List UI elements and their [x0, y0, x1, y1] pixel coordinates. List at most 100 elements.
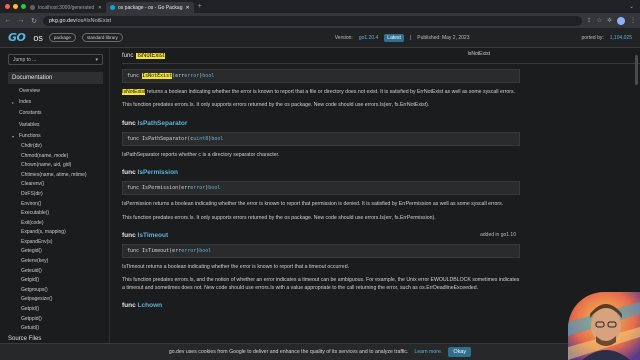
- learn-more-link[interactable]: Learn more.: [414, 349, 442, 355]
- sidebar-item-expandenv-s[interactable]: ExpandEnv(s): [8, 238, 103, 248]
- separator: |: [409, 34, 412, 41]
- sidebar-item-label: Getuid(): [21, 325, 40, 332]
- back-icon[interactable]: ←: [4, 17, 12, 24]
- sidebar-item-label: Chown(name, uid, gid): [21, 162, 72, 169]
- sidebar-item-getenv-key[interactable]: Getenv(key): [8, 257, 103, 267]
- sidebar-item-label: DirFS(dir): [21, 190, 43, 197]
- sidebar-item-chtimes-name-atime-mtime[interactable]: Chtimes(name, atime, mtime): [8, 171, 103, 181]
- sig-return[interactable]: bool: [211, 136, 223, 142]
- url-field[interactable]: pkg.go.dev/os#IsNotExist: [43, 15, 582, 26]
- okay-button[interactable]: Okay: [448, 347, 472, 357]
- description-text: returns a boolean indicating whether the…: [145, 89, 515, 95]
- sidebar-item-geteuid[interactable]: Geteuid(): [8, 267, 103, 277]
- forward-icon[interactable]: →: [17, 17, 25, 24]
- sidebar-item-label: Getgroups(): [21, 286, 48, 293]
- url-path: /os#IsNotExist: [75, 17, 112, 24]
- jump-to-dropdown[interactable]: Jump to ... ▾: [8, 54, 103, 65]
- signature-isnotexist: func IsNotExist (err error) bool: [122, 69, 520, 83]
- minimize-window-button[interactable]: [13, 4, 18, 9]
- bookmark-star-icon[interactable]: ☆: [597, 17, 602, 25]
- sidebar-item-index[interactable]: ▸ Index: [8, 97, 103, 108]
- function-name-link[interactable]: IsPermission: [138, 169, 178, 176]
- cookie-text: go.dev uses cookies from Google to deliv…: [168, 349, 409, 355]
- sidebar-item-label: ExpandEnv(s): [21, 238, 53, 245]
- version-link[interactable]: go1.20.4: [359, 35, 378, 41]
- sig-return[interactable]: bool: [199, 248, 211, 254]
- sidebar-item-getpid[interactable]: Getpid(): [8, 305, 103, 315]
- sig-return[interactable]: bool: [208, 185, 220, 191]
- sidebar-item-label: Executable(): [21, 210, 50, 217]
- address-bar-row: ← → ↻ pkg.go.dev/os#IsNotExist ⇪ ☆ ✲ ⋮: [0, 13, 640, 28]
- function-title-istimeout: func IsTimeout added in go1.10: [122, 232, 640, 239]
- added-in-version: added in go1.10: [480, 232, 516, 239]
- sidebar-item-label: Getpid(): [21, 306, 40, 313]
- description-ispathseparator: IsPathSeparator reports whether c is a d…: [122, 151, 280, 158]
- scrollbar-thumb[interactable]: [635, 55, 638, 85]
- sig-type[interactable]: uint8: [193, 136, 208, 142]
- go-logo[interactable]: GO: [8, 31, 26, 44]
- function-title-ispermission: func IsPermission: [122, 169, 640, 176]
- sidebar-source-files[interactable]: Source Files: [8, 336, 41, 342]
- function-name-link[interactable]: IsTimeout: [138, 232, 169, 239]
- sidebar-item-getgroups[interactable]: Getgroups(): [8, 286, 103, 296]
- sidebar-item-getgid[interactable]: Getgid(): [8, 276, 103, 286]
- profile-avatar[interactable]: [617, 16, 625, 25]
- sig-params: (err: [172, 73, 185, 79]
- extensions-icon[interactable]: ✲: [607, 17, 612, 25]
- sig-name: IsNotExist: [142, 73, 173, 79]
- browser-tab-os-package[interactable]: os package - os - Go Packag ✕: [106, 2, 194, 13]
- sidebar-item-constants[interactable]: Constants: [8, 108, 103, 119]
- description-isnotexist: IsNotExist returns a boolean indicating …: [122, 89, 522, 96]
- sidebar-item-expand-s-mapping[interactable]: Expand(s, mapping): [8, 228, 103, 238]
- close-tab-icon[interactable]: ✕: [185, 5, 189, 11]
- sidebar-item-getuid[interactable]: Getuid(): [8, 324, 103, 334]
- sidebar-item-getppid[interactable]: Getppid(): [8, 315, 103, 325]
- sidebar-item-chmod-name-mode[interactable]: Chmod(name, mode): [8, 152, 103, 162]
- sidebar-item-chdir-dir[interactable]: Chdir(dir): [8, 142, 103, 152]
- reload-icon[interactable]: ↻: [30, 17, 38, 25]
- sidebar-item-variables[interactable]: Variables: [8, 120, 103, 131]
- sidebar-item-exit-code[interactable]: Exit(code): [8, 219, 103, 229]
- function-name-link[interactable]: IsPathSeparator: [138, 120, 188, 127]
- sig-type[interactable]: error: [184, 73, 199, 79]
- browser-menu-icon[interactable]: ⋮: [630, 17, 636, 25]
- cookie-banner: go.dev uses cookies from Google to deliv…: [0, 343, 640, 360]
- webcam-overlay: [568, 292, 640, 360]
- sidebar-item-chown-name-uid-gid[interactable]: Chown(name, uid, gid): [8, 161, 103, 171]
- sidebar-item-executable[interactable]: Executable(): [8, 209, 103, 219]
- published-date: Published: May 2, 2023: [417, 34, 470, 41]
- signature-ispathseparator: func IsPathSeparator(c uint8) bool: [122, 131, 520, 146]
- chevron-right-icon: ▸: [12, 100, 15, 106]
- tab-title: localhost:3000/generated: [38, 4, 95, 11]
- sidebar-item-getegid[interactable]: Getegid(): [8, 247, 103, 257]
- sidebar-item-label: Chmod(name, mode): [21, 152, 69, 159]
- browser-tab-localhost[interactable]: localhost:3000/generated ✕: [26, 2, 106, 13]
- sig-return[interactable]: bool: [202, 73, 214, 79]
- sidebar-item-clearenv[interactable]: Clearenv(): [8, 180, 103, 190]
- share-icon[interactable]: ⇪: [587, 17, 592, 25]
- jump-to-label: Jump to ...: [13, 56, 37, 63]
- main-content: func IsNotExist IsNotExist func IsNotExi…: [110, 48, 640, 344]
- sig-type[interactable]: error: [190, 185, 205, 191]
- imported-by-count[interactable]: 1,104,025: [610, 35, 632, 41]
- sidebar-item-label: Index: [19, 99, 32, 106]
- sidebar-item-label: Getenv(key): [21, 258, 49, 265]
- sidebar-item-getpagesize[interactable]: Getpagesize(): [8, 295, 103, 305]
- close-tab-icon[interactable]: ✕: [98, 5, 102, 11]
- sticky-function-name[interactable]: IsNotExist: [136, 52, 166, 59]
- sidebar-item-functions[interactable]: ▾ Functions: [8, 131, 103, 142]
- close-window-button[interactable]: [5, 4, 10, 9]
- function-name-link[interactable]: Lchown: [138, 302, 163, 309]
- sig-type[interactable]: error: [181, 248, 196, 254]
- site-header: GO os package standard library Version: …: [0, 28, 640, 48]
- sidebar-documentation-header[interactable]: Documentation: [8, 72, 103, 84]
- sidebar-item-overview[interactable]: Overview: [8, 86, 103, 97]
- new-tab-button[interactable]: +: [198, 3, 202, 10]
- signature-istimeout: func IsTimeout(err error) bool: [122, 244, 520, 259]
- sidebar: Jump to ... ▾ Documentation Overview ▸ Ind…: [0, 48, 110, 344]
- sidebar-item-dirfs-dir[interactable]: DirFS(dir): [8, 190, 103, 200]
- function-block-ispermission: func IsPermission func IsPermission(err …: [122, 169, 640, 222]
- sidebar-nav-list: Overview ▸ Index Constants Variables ▾ Functio…: [8, 86, 103, 334]
- sidebar-item-environ[interactable]: Environ(): [8, 200, 103, 210]
- tab-search-icon[interactable]: ⌄: [629, 3, 634, 10]
